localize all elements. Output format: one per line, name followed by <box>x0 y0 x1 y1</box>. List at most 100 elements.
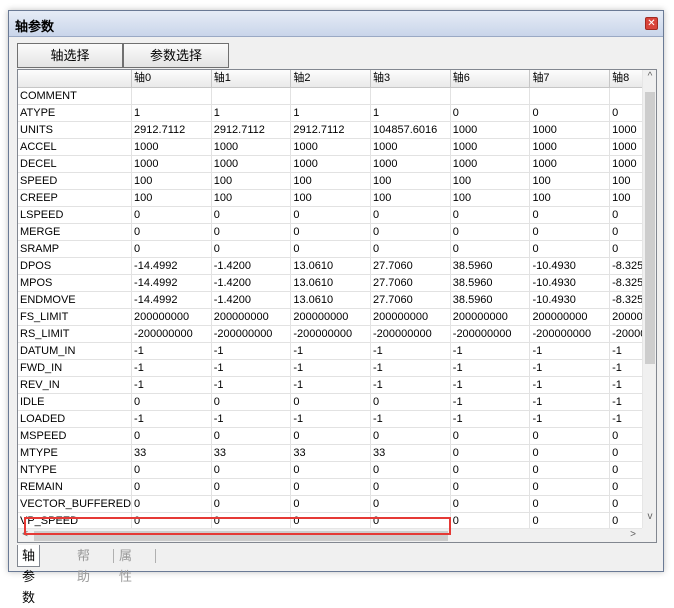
parameter-value[interactable]: 0 <box>450 461 531 479</box>
parameter-value[interactable]: -1 <box>450 342 531 360</box>
parameter-value[interactable]: 0 <box>370 393 451 411</box>
parameter-value[interactable]: 100 <box>211 189 292 207</box>
parameter-value[interactable]: 1 <box>211 104 292 122</box>
axis-select-button[interactable]: 轴选择 <box>17 43 123 68</box>
parameter-value[interactable]: 0 <box>529 478 611 496</box>
parameter-value[interactable]: 0 <box>529 206 611 224</box>
parameter-value[interactable]: -1 <box>131 410 212 428</box>
scroll-right-icon[interactable]: > <box>626 529 640 540</box>
parameter-value[interactable]: -1 <box>131 342 212 360</box>
parameter-value[interactable]: 27.7060 <box>370 274 451 292</box>
parameter-value[interactable]: 33 <box>211 444 292 462</box>
parameter-value[interactable]: -1.4200 <box>211 291 292 309</box>
parameter-value[interactable]: -200000000 <box>370 325 451 343</box>
parameter-value[interactable]: 0 <box>370 512 451 530</box>
parameter-value[interactable]: 0 <box>290 240 372 258</box>
parameter-value[interactable]: 0 <box>450 478 531 496</box>
parameter-value[interactable]: -1 <box>450 410 531 428</box>
parameter-value[interactable]: 1000 <box>529 138 611 156</box>
parameter-value[interactable]: -1 <box>370 342 451 360</box>
parameter-value[interactable]: 0 <box>370 461 451 479</box>
column-header[interactable]: 轴7 <box>529 70 611 88</box>
parameter-value[interactable]: 0 <box>529 495 611 513</box>
parameter-value[interactable]: 200000000 <box>370 308 451 326</box>
parameter-value[interactable]: -1 <box>529 342 611 360</box>
parameter-value[interactable]: 0 <box>131 206 212 224</box>
parameter-value[interactable]: -1 <box>450 393 531 411</box>
parameter-value[interactable]: 0 <box>529 223 611 241</box>
parameter-value[interactable]: 27.7060 <box>370 291 451 309</box>
parameter-value[interactable]: 0 <box>131 223 212 241</box>
param-select-button[interactable]: 参数选择 <box>123 43 229 68</box>
parameter-value[interactable]: 1000 <box>370 155 451 173</box>
parameter-value[interactable]: 0 <box>529 104 611 122</box>
parameter-value[interactable]: 1000 <box>450 121 531 139</box>
parameter-value[interactable]: 0 <box>529 240 611 258</box>
horizontal-scroll-thumb[interactable] <box>34 531 448 541</box>
parameter-value[interactable]: 1000 <box>450 138 531 156</box>
parameter-value[interactable]: 0 <box>211 240 292 258</box>
parameter-value[interactable] <box>370 87 451 105</box>
parameter-value[interactable]: 1000 <box>450 155 531 173</box>
parameter-value[interactable]: -1 <box>529 359 611 377</box>
parameter-value[interactable]: 0 <box>211 223 292 241</box>
parameter-value[interactable]: 0 <box>211 427 292 445</box>
parameter-value[interactable]: 33 <box>131 444 212 462</box>
parameter-value[interactable]: 1000 <box>290 155 372 173</box>
parameter-value[interactable]: 1000 <box>290 138 372 156</box>
parameter-value[interactable]: -1 <box>450 359 531 377</box>
parameter-value[interactable]: 1000 <box>211 155 292 173</box>
parameter-value[interactable]: -1 <box>529 393 611 411</box>
parameter-value[interactable]: 200000000 <box>211 308 292 326</box>
parameter-value[interactable]: -1 <box>131 359 212 377</box>
parameter-value[interactable]: 38.5960 <box>450 274 531 292</box>
parameter-value[interactable]: 0 <box>290 512 372 530</box>
parameter-value[interactable]: 38.5960 <box>450 257 531 275</box>
parameter-value[interactable]: -200000000 <box>211 325 292 343</box>
parameter-value[interactable]: 0 <box>290 206 372 224</box>
parameter-value[interactable]: 0 <box>290 427 372 445</box>
parameter-value[interactable]: 2912.7112 <box>211 121 292 139</box>
parameter-value[interactable]: -1 <box>290 342 372 360</box>
parameter-value[interactable]: 1000 <box>529 155 611 173</box>
parameter-value[interactable] <box>450 87 531 105</box>
parameter-value[interactable]: 0 <box>450 223 531 241</box>
parameter-value[interactable]: 1000 <box>131 138 212 156</box>
parameter-value[interactable] <box>290 87 372 105</box>
parameter-value[interactable]: 0 <box>290 495 372 513</box>
parameter-value[interactable]: 0 <box>211 461 292 479</box>
parameter-value[interactable]: 0 <box>370 240 451 258</box>
parameter-value[interactable] <box>529 87 611 105</box>
parameter-value[interactable]: 1000 <box>529 121 611 139</box>
parameter-value[interactable]: 100 <box>529 189 611 207</box>
parameter-value[interactable]: 200000000 <box>290 308 372 326</box>
parameter-value[interactable]: 100 <box>211 172 292 190</box>
parameter-value[interactable]: 100 <box>370 172 451 190</box>
parameter-value[interactable]: 0 <box>290 478 372 496</box>
parameter-value[interactable]: -200000000 <box>131 325 212 343</box>
tab-properties[interactable]: 属性 <box>115 545 136 584</box>
parameter-value[interactable]: 0 <box>211 495 292 513</box>
parameter-value[interactable]: -1 <box>211 376 292 394</box>
parameter-value[interactable]: 0 <box>370 495 451 513</box>
parameter-value[interactable]: 2912.7112 <box>290 121 372 139</box>
parameter-value[interactable]: 0 <box>450 104 531 122</box>
parameter-value[interactable]: -14.4992 <box>131 274 212 292</box>
parameter-value[interactable]: -1 <box>131 376 212 394</box>
parameter-value[interactable]: 100 <box>450 172 531 190</box>
parameter-value[interactable]: 100 <box>131 172 212 190</box>
parameter-value[interactable]: 0 <box>450 512 531 530</box>
parameter-value[interactable]: 0 <box>529 427 611 445</box>
parameter-value[interactable]: 0 <box>450 427 531 445</box>
parameter-value[interactable]: 1000 <box>131 155 212 173</box>
vertical-scroll-thumb[interactable] <box>645 92 655 364</box>
parameter-value[interactable]: 100 <box>529 172 611 190</box>
parameter-value[interactable]: -1.4200 <box>211 257 292 275</box>
vertical-scrollbar[interactable]: ^ v <box>642 70 656 528</box>
parameter-value[interactable]: -10.4930 <box>529 274 611 292</box>
parameter-value[interactable]: 100 <box>450 189 531 207</box>
parameter-value[interactable]: 13.0610 <box>290 291 372 309</box>
parameter-value[interactable]: 0 <box>131 478 212 496</box>
parameter-value[interactable]: 200000000 <box>529 308 611 326</box>
parameter-value[interactable]: -1.4200 <box>211 274 292 292</box>
